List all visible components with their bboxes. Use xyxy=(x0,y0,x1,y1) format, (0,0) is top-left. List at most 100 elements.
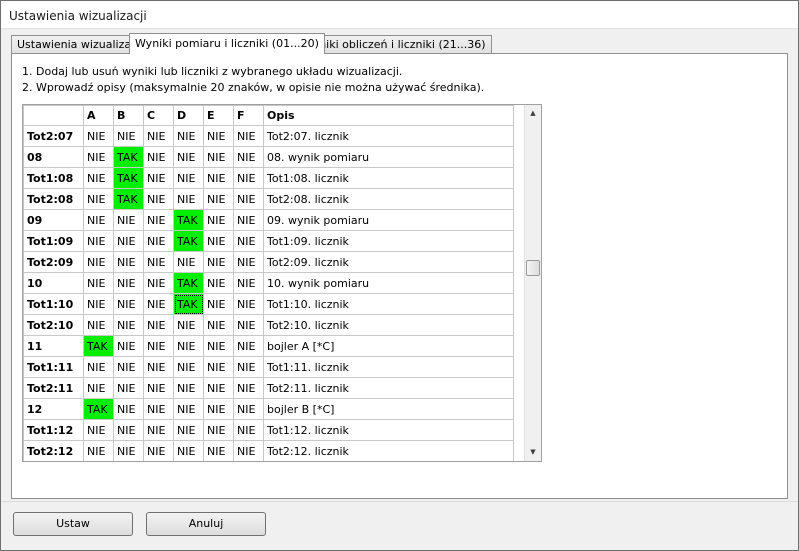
grid-cell-f[interactable]: NIE xyxy=(233,398,264,420)
grid-cell-d[interactable]: NIE xyxy=(173,440,204,461)
grid-cell-a[interactable]: TAK xyxy=(83,335,114,357)
grid-cell-f[interactable]: NIE xyxy=(233,188,264,210)
grid-cell-b[interactable]: NIE xyxy=(113,125,144,147)
grid-cell-d[interactable]: NIE xyxy=(173,398,204,420)
description-cell[interactable]: Tot1:10. licznik xyxy=(263,293,514,315)
description-cell[interactable]: Tot2:08. licznik xyxy=(263,188,514,210)
grid-cell-f[interactable]: NIE xyxy=(233,209,264,231)
grid-cell-b[interactable]: TAK xyxy=(113,146,144,168)
tab-measurements-counters-01-20[interactable]: Wyniki pomiaru i liczniki (01...20) xyxy=(129,33,325,54)
description-cell[interactable]: Tot1:08. licznik xyxy=(263,167,514,189)
description-cell[interactable]: bojler A [*C] xyxy=(263,335,514,357)
vertical-scrollbar[interactable]: ▲ ▼ xyxy=(524,105,541,461)
description-cell[interactable]: Tot2:07. licznik xyxy=(263,125,514,147)
grid-cell-b[interactable]: NIE xyxy=(113,419,144,441)
grid-cell-c[interactable]: NIE xyxy=(143,272,174,294)
grid-cell-e[interactable]: NIE xyxy=(203,230,234,252)
grid-cell-c[interactable]: NIE xyxy=(143,293,174,315)
grid-cell-e[interactable]: NIE xyxy=(203,293,234,315)
grid-cell-a[interactable]: NIE xyxy=(83,209,114,231)
grid-cell-d[interactable]: NIE xyxy=(173,314,204,336)
grid-cell-c[interactable]: NIE xyxy=(143,125,174,147)
grid-cell-a[interactable]: NIE xyxy=(83,272,114,294)
grid-cell-f[interactable]: NIE xyxy=(233,419,264,441)
grid-cell-f[interactable]: NIE xyxy=(233,440,264,461)
grid-cell-e[interactable]: NIE xyxy=(203,398,234,420)
grid-cell-a[interactable]: NIE xyxy=(83,146,114,168)
grid-cell-c[interactable]: NIE xyxy=(143,335,174,357)
description-cell[interactable]: 10. wynik pomiaru xyxy=(263,272,514,294)
grid-cell-f[interactable]: NIE xyxy=(233,125,264,147)
grid-cell-b[interactable]: NIE xyxy=(113,272,144,294)
grid-cell-a[interactable]: TAK xyxy=(83,398,114,420)
grid-cell-a[interactable]: NIE xyxy=(83,377,114,399)
grid-cell-d[interactable]: NIE xyxy=(173,419,204,441)
description-cell[interactable]: Tot2:09. licznik xyxy=(263,251,514,273)
grid-cell-c[interactable]: NIE xyxy=(143,314,174,336)
grid-cell-c[interactable]: NIE xyxy=(143,440,174,461)
grid-cell-f[interactable]: NIE xyxy=(233,293,264,315)
grid-cell-e[interactable]: NIE xyxy=(203,125,234,147)
grid-cell-d[interactable]: NIE xyxy=(173,146,204,168)
grid-cell-f[interactable]: NIE xyxy=(233,335,264,357)
grid-cell-d[interactable]: NIE xyxy=(173,167,204,189)
grid-cell-d[interactable]: NIE xyxy=(173,188,204,210)
grid-cell-f[interactable]: NIE xyxy=(233,272,264,294)
grid-cell-a[interactable]: NIE xyxy=(83,356,114,378)
description-cell[interactable]: Tot1:12. licznik xyxy=(263,419,514,441)
grid-cell-c[interactable]: NIE xyxy=(143,146,174,168)
grid-cell-e[interactable]: NIE xyxy=(203,251,234,273)
grid-cell-d[interactable]: TAK xyxy=(173,209,204,231)
grid-cell-d[interactable]: NIE xyxy=(173,125,204,147)
grid-cell-f[interactable]: NIE xyxy=(233,377,264,399)
description-cell[interactable]: Tot1:11. licznik xyxy=(263,356,514,378)
grid-cell-d[interactable]: NIE xyxy=(173,251,204,273)
description-cell[interactable]: 09. wynik pomiaru xyxy=(263,209,514,231)
grid-cell-a[interactable]: NIE xyxy=(83,230,114,252)
grid-cell-c[interactable]: NIE xyxy=(143,230,174,252)
grid-cell-e[interactable]: NIE xyxy=(203,272,234,294)
grid-cell-d[interactable]: NIE xyxy=(173,356,204,378)
grid-cell-b[interactable]: NIE xyxy=(113,230,144,252)
scrollbar-thumb[interactable] xyxy=(526,260,540,276)
arrow-down-icon[interactable]: ▼ xyxy=(525,444,541,461)
grid-cell-f[interactable]: NIE xyxy=(233,314,264,336)
grid-cell-f[interactable]: NIE xyxy=(233,167,264,189)
tab-calculations-counters-21-36[interactable]: Wyniki obliczeń i liczniki (21...36) xyxy=(296,35,492,53)
cancel-button[interactable]: Anuluj xyxy=(146,512,266,536)
grid-cell-a[interactable]: NIE xyxy=(83,188,114,210)
grid-cell-b[interactable]: NIE xyxy=(113,209,144,231)
grid-cell-e[interactable]: NIE xyxy=(203,335,234,357)
arrow-up-icon[interactable]: ▲ xyxy=(525,105,541,122)
grid-cell-a[interactable]: NIE xyxy=(83,293,114,315)
grid-cell-b[interactable]: NIE xyxy=(113,293,144,315)
grid-cell-b[interactable]: NIE xyxy=(113,440,144,461)
grid-cell-c[interactable]: NIE xyxy=(143,251,174,273)
grid-cell-e[interactable]: NIE xyxy=(203,356,234,378)
grid-cell-e[interactable]: NIE xyxy=(203,146,234,168)
grid-cell-b[interactable]: TAK xyxy=(113,188,144,210)
grid-cell-e[interactable]: NIE xyxy=(203,209,234,231)
grid-cell-c[interactable]: NIE xyxy=(143,356,174,378)
description-cell[interactable]: Tot2:10. licznik xyxy=(263,314,514,336)
grid-cell-b[interactable]: NIE xyxy=(113,356,144,378)
grid-cell-b[interactable]: NIE xyxy=(113,398,144,420)
grid-cell-c[interactable]: NIE xyxy=(143,209,174,231)
grid-cell-a[interactable]: NIE xyxy=(83,251,114,273)
description-cell[interactable]: bojler B [*C] xyxy=(263,398,514,420)
description-cell[interactable]: Tot2:11. licznik xyxy=(263,377,514,399)
grid-cell-b[interactable]: NIE xyxy=(113,314,144,336)
description-cell[interactable]: Tot2:12. licznik xyxy=(263,440,514,461)
description-cell[interactable]: Tot1:09. licznik xyxy=(263,230,514,252)
grid-cell-c[interactable]: NIE xyxy=(143,419,174,441)
set-button[interactable]: Ustaw xyxy=(13,512,133,536)
grid-cell-a[interactable]: NIE xyxy=(83,314,114,336)
grid-cell-b[interactable]: NIE xyxy=(113,335,144,357)
grid-cell-b[interactable]: TAK xyxy=(113,167,144,189)
grid-cell-a[interactable]: NIE xyxy=(83,419,114,441)
grid-cell-d[interactable]: TAK xyxy=(173,293,204,315)
grid-cell-a[interactable]: NIE xyxy=(83,440,114,461)
grid-cell-c[interactable]: NIE xyxy=(143,188,174,210)
grid-cell-a[interactable]: NIE xyxy=(83,167,114,189)
grid-cell-c[interactable]: NIE xyxy=(143,167,174,189)
